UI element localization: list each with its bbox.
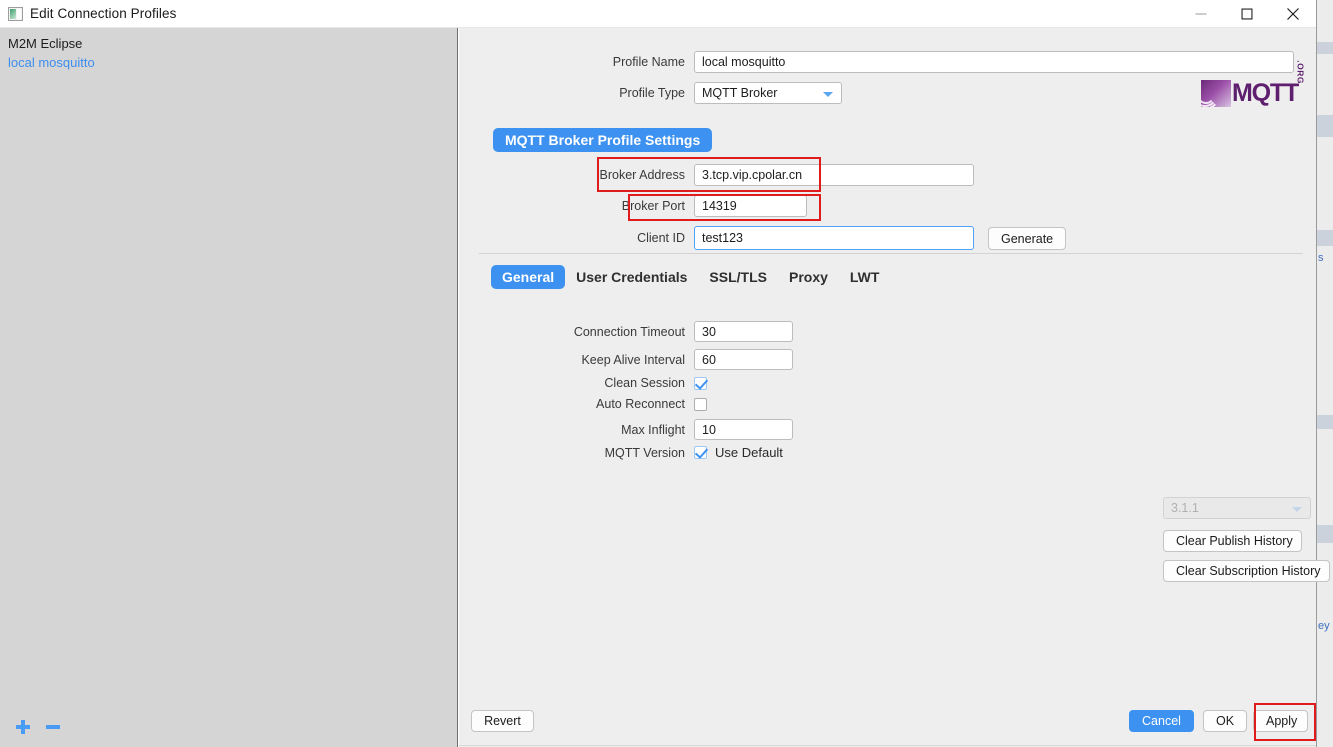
connection-timeout-input[interactable] bbox=[694, 321, 793, 342]
mqtt-version-select[interactable]: 3.1.1 bbox=[1163, 497, 1311, 519]
clean-session-checkbox[interactable] bbox=[694, 376, 707, 390]
profile-editor-panel: Profile Name Profile Type MQTT Broker MQ… bbox=[459, 28, 1330, 747]
broker-profile-settings-header: MQTT Broker Profile Settings bbox=[493, 128, 713, 152]
tab-ssl-tls[interactable]: SSL/TLS bbox=[698, 265, 778, 289]
maximize-icon bbox=[1241, 8, 1253, 20]
auto-reconnect-row: Auto Reconnect bbox=[459, 397, 1316, 411]
ok-button[interactable]: OK bbox=[1203, 710, 1247, 732]
sidebar-toolbar bbox=[0, 707, 457, 747]
broker-address-row: Broker Address bbox=[459, 164, 1316, 186]
tab-lwt[interactable]: LWT bbox=[839, 265, 891, 289]
profile-type-label: Profile Type bbox=[619, 86, 685, 100]
keep-alive-interval-row: Keep Alive Interval bbox=[459, 349, 1316, 370]
mqtt-logo-wordmark: MQTT bbox=[1232, 79, 1299, 107]
profile-type-select[interactable]: MQTT Broker bbox=[694, 82, 842, 104]
max-inflight-label: Max Inflight bbox=[621, 422, 685, 437]
close-icon bbox=[1287, 8, 1299, 20]
mqtt-version-value: 3.1.1 bbox=[1171, 501, 1199, 515]
client-id-label: Client ID bbox=[637, 231, 685, 245]
profile-type-value: MQTT Broker bbox=[702, 86, 778, 100]
connection-timeout-row: Connection Timeout bbox=[459, 321, 1316, 342]
broker-port-label: Broker Port bbox=[621, 199, 685, 213]
broker-port-row: Broker Port bbox=[459, 195, 1316, 217]
broker-address-input[interactable] bbox=[694, 164, 974, 186]
window-title: Edit Connection Profiles bbox=[30, 6, 177, 21]
title-bar: Edit Connection Profiles bbox=[0, 0, 1316, 28]
revert-button[interactable]: Revert bbox=[471, 710, 534, 732]
clear-subscription-history-button[interactable]: Clear Subscription History bbox=[1163, 560, 1330, 582]
plus-icon bbox=[16, 720, 30, 734]
keep-alive-interval-label: Keep Alive Interval bbox=[581, 352, 685, 367]
connection-timeout-label: Connection Timeout bbox=[573, 324, 685, 339]
use-default-version-checkbox[interactable] bbox=[694, 446, 707, 459]
maximize-button[interactable] bbox=[1224, 0, 1270, 28]
generate-client-id-button[interactable]: Generate bbox=[988, 227, 1067, 250]
minimize-button[interactable] bbox=[1178, 0, 1224, 28]
profile-type-row: Profile Type MQTT Broker bbox=[459, 82, 1316, 104]
tab-proxy[interactable]: Proxy bbox=[778, 265, 839, 289]
app-icon bbox=[8, 7, 23, 21]
client-id-row: Client ID bbox=[459, 226, 1316, 250]
use-default-version-label: Use Default bbox=[715, 445, 783, 460]
profile-list-item-local-mosquitto[interactable]: local mosquitto bbox=[0, 53, 457, 72]
auto-reconnect-checkbox[interactable] bbox=[694, 397, 707, 411]
profile-list: M2M Eclipse local mosquitto bbox=[0, 28, 457, 72]
clean-session-label: Clean Session bbox=[604, 376, 685, 390]
close-button[interactable] bbox=[1270, 0, 1316, 28]
mqtt-logo-mark bbox=[1201, 80, 1231, 107]
chevron-down-icon bbox=[823, 92, 833, 97]
profile-list-item-m2m-eclipse[interactable]: M2M Eclipse bbox=[0, 34, 457, 53]
background-window-sliver: s ey bbox=[1316, 0, 1333, 747]
settings-tabs: General User Credentials SSL/TLS Proxy L… bbox=[491, 265, 890, 289]
mqtt-version-row: MQTT Version Use Default bbox=[459, 445, 1316, 460]
profile-name-input[interactable] bbox=[694, 51, 1294, 73]
minimize-icon bbox=[1195, 13, 1207, 15]
clear-publish-history-button[interactable]: Clear Publish History bbox=[1163, 530, 1302, 552]
max-inflight-input[interactable] bbox=[694, 419, 793, 440]
profiles-sidebar: M2M Eclipse local mosquitto bbox=[0, 28, 458, 747]
profile-name-label: Profile Name bbox=[612, 55, 685, 69]
minus-icon bbox=[46, 725, 60, 729]
clean-session-row: Clean Session bbox=[459, 376, 1316, 390]
keep-alive-interval-input[interactable] bbox=[694, 349, 793, 370]
mqtt-org-logo: MQTT .ORG bbox=[1201, 60, 1306, 110]
auto-reconnect-label: Auto Reconnect bbox=[596, 397, 685, 411]
mqtt-logo-suffix: .ORG bbox=[1296, 60, 1306, 84]
tab-user-credentials[interactable]: User Credentials bbox=[565, 265, 698, 289]
section-divider bbox=[479, 253, 1303, 254]
cancel-button[interactable]: Cancel bbox=[1129, 710, 1194, 732]
max-inflight-row: Max Inflight bbox=[459, 419, 1316, 440]
broker-address-label: Broker Address bbox=[599, 168, 685, 182]
client-id-input[interactable] bbox=[694, 226, 974, 250]
mqtt-version-label: MQTT Version bbox=[604, 445, 685, 460]
broker-port-input[interactable] bbox=[694, 195, 807, 217]
profile-name-row: Profile Name bbox=[459, 51, 1316, 73]
chevron-down-icon bbox=[1292, 507, 1302, 512]
tab-general[interactable]: General bbox=[491, 265, 566, 289]
add-profile-button[interactable] bbox=[13, 717, 35, 739]
footer-divider bbox=[459, 745, 1316, 746]
remove-profile-button[interactable] bbox=[43, 717, 65, 739]
apply-button[interactable]: Apply bbox=[1253, 710, 1308, 732]
edit-connection-profiles-window: s ey Edit Connection Profiles M2M Eclips… bbox=[0, 0, 1333, 747]
